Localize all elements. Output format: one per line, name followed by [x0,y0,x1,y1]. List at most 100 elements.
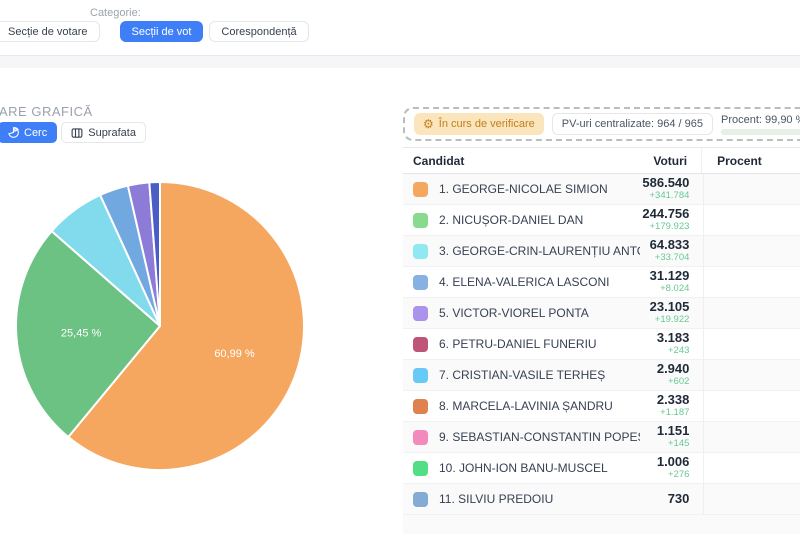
candidate-cell: 8. MARCELA-LAVINIA ȘANDRU [403,399,640,414]
candidate-color-swatch [413,337,428,352]
candidate-cell: 4. ELENA-VALERICA LASCONI [403,275,640,290]
category-button-secție-de-votare[interactable]: Secție de votare [0,21,100,42]
votes-cell: 64.833+33.704 [640,238,704,264]
category-button-secții-de-vot[interactable]: Secții de vot [120,21,204,42]
percent-cell [703,484,800,514]
category-button-group: Secție de votare Secții de votCoresponden… [0,21,309,42]
votes-cell: 586.540+341.784 [640,176,704,202]
votes-delta: +341.784 [640,191,690,202]
votes-value: 1.006 [640,455,690,470]
candidate-name: 3. GEORGE-CRIN-LAURENȚIU ANTONESCU [439,244,640,258]
candidate-name: 2. NICUȘOR-DANIEL DAN [439,213,583,227]
votes-cell: 2.338+1.187 [640,393,704,419]
votes-cell: 23.105+19.922 [640,300,704,326]
table-row: 8. MARCELA-LAVINIA ȘANDRU2.338+1.187 [403,391,800,422]
status-box: ⚙ În curs de verificare PV-uri centraliz… [403,107,800,141]
candidate-cell: 1. GEORGE-NICOLAE SIMION [403,182,640,197]
table-row: 1. GEORGE-NICOLAE SIMION 586.540+341.784 [403,174,800,205]
votes-value: 730 [640,492,690,507]
table-row: 6. PETRU-DANIEL FUNERIU 3.183+243 [403,329,800,360]
table-row: 9. SEBASTIAN-CONSTANTIN POPESCU1.151+145 [403,422,800,453]
candidate-name: 10. JOHN-ION BANU-MUSCEL [439,461,608,475]
candidate-color-swatch [413,492,428,507]
votes-cell: 1.151+145 [640,424,704,450]
percent-cell [703,329,800,359]
votes-cell: 1.006+276 [640,455,704,481]
votes-delta: +243 [640,346,690,357]
candidate-cell: 5. VICTOR-VIOREL PONTA [403,306,640,321]
candidate-color-swatch [413,430,428,445]
votes-cell: 3.183+243 [640,331,704,357]
table-row: 4. ELENA-VALERICA LASCONI 31.129+8.024 [403,267,800,298]
votes-value: 2.338 [640,393,690,408]
votes-value: 244.756 [640,207,690,222]
candidate-cell: 11. SILVIU PREDOIU [403,492,640,507]
pie-slice-label: 25,45 % [61,327,102,339]
percent-progress-bar [721,129,800,135]
percent-cell [703,298,800,328]
category-label: Categorie: [90,7,141,19]
candidate-color-swatch [413,213,428,228]
candidate-cell: 10. JOHN-ION BANU-MUSCEL [403,461,640,476]
percent-cell [703,391,800,421]
candidate-color-swatch [413,461,428,476]
votes-delta: +8.024 [640,284,690,295]
candidate-color-swatch [413,399,428,414]
pie-chart-icon [8,127,19,138]
votes-delta: +33.704 [640,253,690,264]
candidate-color-swatch [413,368,428,383]
candidate-name: 9. SEBASTIAN-CONSTANTIN POPESCU [439,430,640,444]
percent-cell [703,236,800,266]
table-body: 1. GEORGE-NICOLAE SIMION 586.540+341.784 2… [403,174,800,515]
column-header-candidate: Candidat [403,154,638,168]
partial-next-row [403,515,800,534]
candidate-color-swatch [413,182,428,197]
view-button-cerc[interactable]: Cerc [0,122,57,143]
view-button-suprafata[interactable]: Suprafata [61,122,146,143]
candidate-color-swatch [413,244,428,259]
candidate-cell: 9. SEBASTIAN-CONSTANTIN POPESCU [403,430,640,445]
percent-progress-block: Procent: 99,90 % [721,114,800,135]
votes-value: 2.940 [640,362,690,377]
votes-value: 64.833 [640,238,690,253]
candidate-name: 5. VICTOR-VIOREL PONTA [439,306,589,320]
percent-cell [703,453,800,483]
chart-view-button-group: Cerc Suprafata [0,122,146,143]
category-button-corespondență[interactable]: Corespondență [209,21,308,42]
view-button-label: Suprafata [88,127,136,139]
percent-cell [703,267,800,297]
candidate-cell: 3. GEORGE-CRIN-LAURENȚIU ANTONESCU [403,244,640,259]
candidate-name: 1. GEORGE-NICOLAE SIMION [439,182,608,196]
map-icon [71,127,83,139]
votes-cell: 730 [640,492,704,507]
votes-value: 586.540 [640,176,690,191]
candidate-name: 11. SILVIU PREDOIU [439,492,553,506]
votes-delta: +276 [640,470,690,481]
table-row: 3. GEORGE-CRIN-LAURENȚIU ANTONESCU64.833… [403,236,800,267]
votes-delta: +1.187 [640,408,690,419]
votes-cell: 31.129+8.024 [640,269,704,295]
candidate-cell: 2. NICUȘOR-DANIEL DAN [403,213,640,228]
votes-value: 3.183 [640,331,690,346]
gear-icon: ⚙ [423,118,434,130]
table-row: 10. JOHN-ION BANU-MUSCEL 1.006+276 [403,453,800,484]
table-row: 5. VICTOR-VIOREL PONTA 23.105+19.922 [403,298,800,329]
votes-value: 31.129 [640,269,690,284]
percent-cell [703,422,800,452]
verification-status-badge: ⚙ În curs de verificare [414,113,544,135]
candidate-name: 4. ELENA-VALERICA LASCONI [439,275,610,289]
votes-delta: +179.923 [640,222,690,233]
percent-label: Procent: 99,90 % [721,114,800,126]
candidate-color-swatch [413,275,428,290]
pie-slice-label: 60,99 % [214,348,255,360]
pie-chart: 60,99 % 25,45 % [12,178,312,478]
percent-cell [703,360,800,390]
pv-centralized-badge: PV-uri centralizate: 964 / 965 [552,113,713,135]
candidate-name: 6. PETRU-DANIEL FUNERIU [439,337,597,351]
table-row: 7. CRISTIAN-VASILE TERHEȘ2.940+602 [403,360,800,391]
table-row: 2. NICUȘOR-DANIEL DAN 244.756+179.923 [403,205,800,236]
votes-delta: +145 [640,439,690,450]
table-header-row: Candidat Voturi Procent [403,147,800,174]
column-header-percent: Procent [701,148,800,173]
section-divider [0,55,800,68]
